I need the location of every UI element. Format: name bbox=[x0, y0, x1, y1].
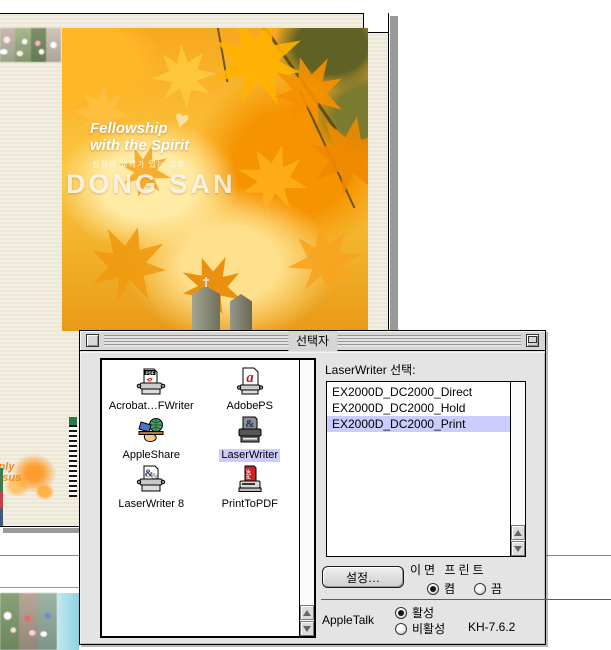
flower-graphic: Only Jesus bbox=[0, 440, 62, 514]
device-scrollbar[interactable] bbox=[299, 360, 314, 636]
printer-item[interactable]: EX2000D_DC2000_Direct bbox=[327, 384, 510, 400]
acrobat-pdfwriter-icon: PDF bbox=[135, 367, 167, 399]
laserwriter8-icon: & & bbox=[135, 465, 167, 497]
appleshare-icon bbox=[135, 416, 167, 448]
page-shadow-bottom bbox=[3, 528, 80, 533]
cover-text: ♥ Fellowship with the Spirit 성령의 교제가 있는 … bbox=[62, 28, 368, 331]
device-panel: PDF Acrobat…FWriter a bbox=[100, 358, 316, 638]
photo-tile bbox=[31, 28, 46, 62]
radio-on-label: 켬 bbox=[444, 580, 455, 597]
cover-title: DONG SAN bbox=[66, 169, 236, 200]
device-item-printtopdf[interactable]: PDF PrintToPDF bbox=[201, 465, 300, 514]
radio-active-label: 활성 bbox=[412, 604, 434, 621]
printtopdf-icon: PDF bbox=[234, 465, 266, 497]
adobeps-icon: a bbox=[234, 367, 266, 399]
photo-tile bbox=[19, 593, 38, 650]
photo-tile bbox=[15, 28, 30, 62]
device-item-appleshare[interactable]: AppleShare bbox=[102, 416, 201, 465]
radio-on[interactable] bbox=[427, 583, 439, 595]
close-box[interactable] bbox=[86, 334, 99, 347]
scroll-up-button[interactable] bbox=[300, 605, 314, 620]
cover-headline-line1: Fellowship bbox=[90, 121, 168, 137]
printer-item[interactable]: EX2000D_DC2000_Hold bbox=[327, 400, 510, 416]
svg-text:PDF: PDF bbox=[146, 370, 155, 375]
device-item-adobeps[interactable]: a AdobePS bbox=[201, 367, 300, 416]
scroll-up-button[interactable] bbox=[511, 525, 525, 540]
barcode bbox=[69, 425, 77, 497]
appletalk-label: AppleTalk bbox=[322, 613, 374, 627]
appletalk-active-radio: 활성 bbox=[395, 604, 434, 621]
device-item-acrobat-pdfwriter[interactable]: PDF Acrobat…FWriter bbox=[102, 367, 201, 416]
device-item-laserwriter[interactable]: & LaserWriter bbox=[201, 416, 300, 465]
appletalk-inactive-radio: 비활성 bbox=[395, 620, 445, 637]
photo-tile bbox=[46, 28, 61, 62]
title-bar[interactable]: 선택자 bbox=[80, 331, 545, 351]
zoom-box[interactable] bbox=[526, 334, 539, 347]
device-label: AppleShare bbox=[121, 449, 183, 462]
photo-strip-bottom bbox=[0, 593, 57, 650]
radio-off[interactable] bbox=[474, 583, 486, 595]
radio-inactive-label: 비활성 bbox=[412, 620, 445, 637]
side-text: Only Jesus bbox=[0, 462, 38, 484]
screen: ♥ Fellowship with the Spirit 성령의 교제가 있는 … bbox=[0, 0, 611, 650]
photo-tile bbox=[0, 593, 19, 650]
device-label: PrintToPDF bbox=[220, 498, 280, 511]
printer-list-scrollbar[interactable] bbox=[510, 382, 525, 556]
svg-text:&: & bbox=[245, 418, 254, 430]
arrow-down-icon bbox=[303, 626, 311, 632]
cyan-strip bbox=[57, 593, 79, 650]
cover-image: ♥ Fellowship with the Spirit 성령의 교제가 있는 … bbox=[62, 28, 368, 331]
device-item-laserwriter8[interactable]: & & LaserWriter 8 bbox=[102, 465, 201, 514]
divider bbox=[321, 599, 611, 600]
version-text: KH-7.6.2 bbox=[468, 620, 515, 634]
background-print-radios: 켬 끔 bbox=[427, 580, 502, 597]
photo-tile bbox=[38, 593, 57, 650]
radio-off-label: 끔 bbox=[491, 580, 502, 597]
window-title: 선택자 bbox=[288, 331, 337, 351]
svg-text:PDF: PDF bbox=[246, 469, 252, 479]
printer-list-label: LaserWriter 선택: bbox=[325, 361, 416, 378]
printer-rows: EX2000D_DC2000_Direct EX2000D_DC2000_Hol… bbox=[327, 382, 510, 556]
radio-active[interactable] bbox=[395, 607, 407, 619]
laserwriter-icon: & bbox=[234, 416, 266, 448]
photo-tile bbox=[0, 28, 15, 62]
printer-item-selected[interactable]: EX2000D_DC2000_Print bbox=[327, 416, 510, 432]
horizontal-guide bbox=[0, 587, 79, 588]
setup-button[interactable]: 설정… bbox=[322, 566, 404, 588]
arrow-down-icon bbox=[514, 546, 522, 552]
device-label: Acrobat…FWriter bbox=[107, 400, 196, 413]
printer-list: EX2000D_DC2000_Direct EX2000D_DC2000_Hol… bbox=[326, 381, 526, 557]
device-label: AdobePS bbox=[225, 400, 275, 413]
scroll-down-button[interactable] bbox=[511, 541, 525, 556]
photo-strip-top bbox=[0, 28, 61, 62]
device-grid: PDF Acrobat…FWriter a bbox=[102, 360, 299, 636]
radio-inactive[interactable] bbox=[395, 623, 407, 635]
window-content: PDF Acrobat…FWriter a bbox=[80, 352, 545, 644]
device-label: LaserWriter 8 bbox=[116, 498, 186, 511]
arrow-up-icon bbox=[303, 610, 311, 616]
background-print-label: 이면 프린트 bbox=[410, 561, 487, 578]
clipped-photo-edge bbox=[0, 468, 3, 526]
device-label-selected: LaserWriter bbox=[219, 449, 280, 462]
cover-headline-line2: with the Spirit bbox=[90, 138, 189, 154]
scroll-down-button[interactable] bbox=[300, 621, 314, 636]
heart-icon: ♥ bbox=[171, 105, 192, 137]
chooser-window: 선택자 PDF bbox=[79, 330, 546, 645]
svg-text:a: a bbox=[246, 370, 254, 386]
arrow-up-icon bbox=[514, 530, 522, 536]
